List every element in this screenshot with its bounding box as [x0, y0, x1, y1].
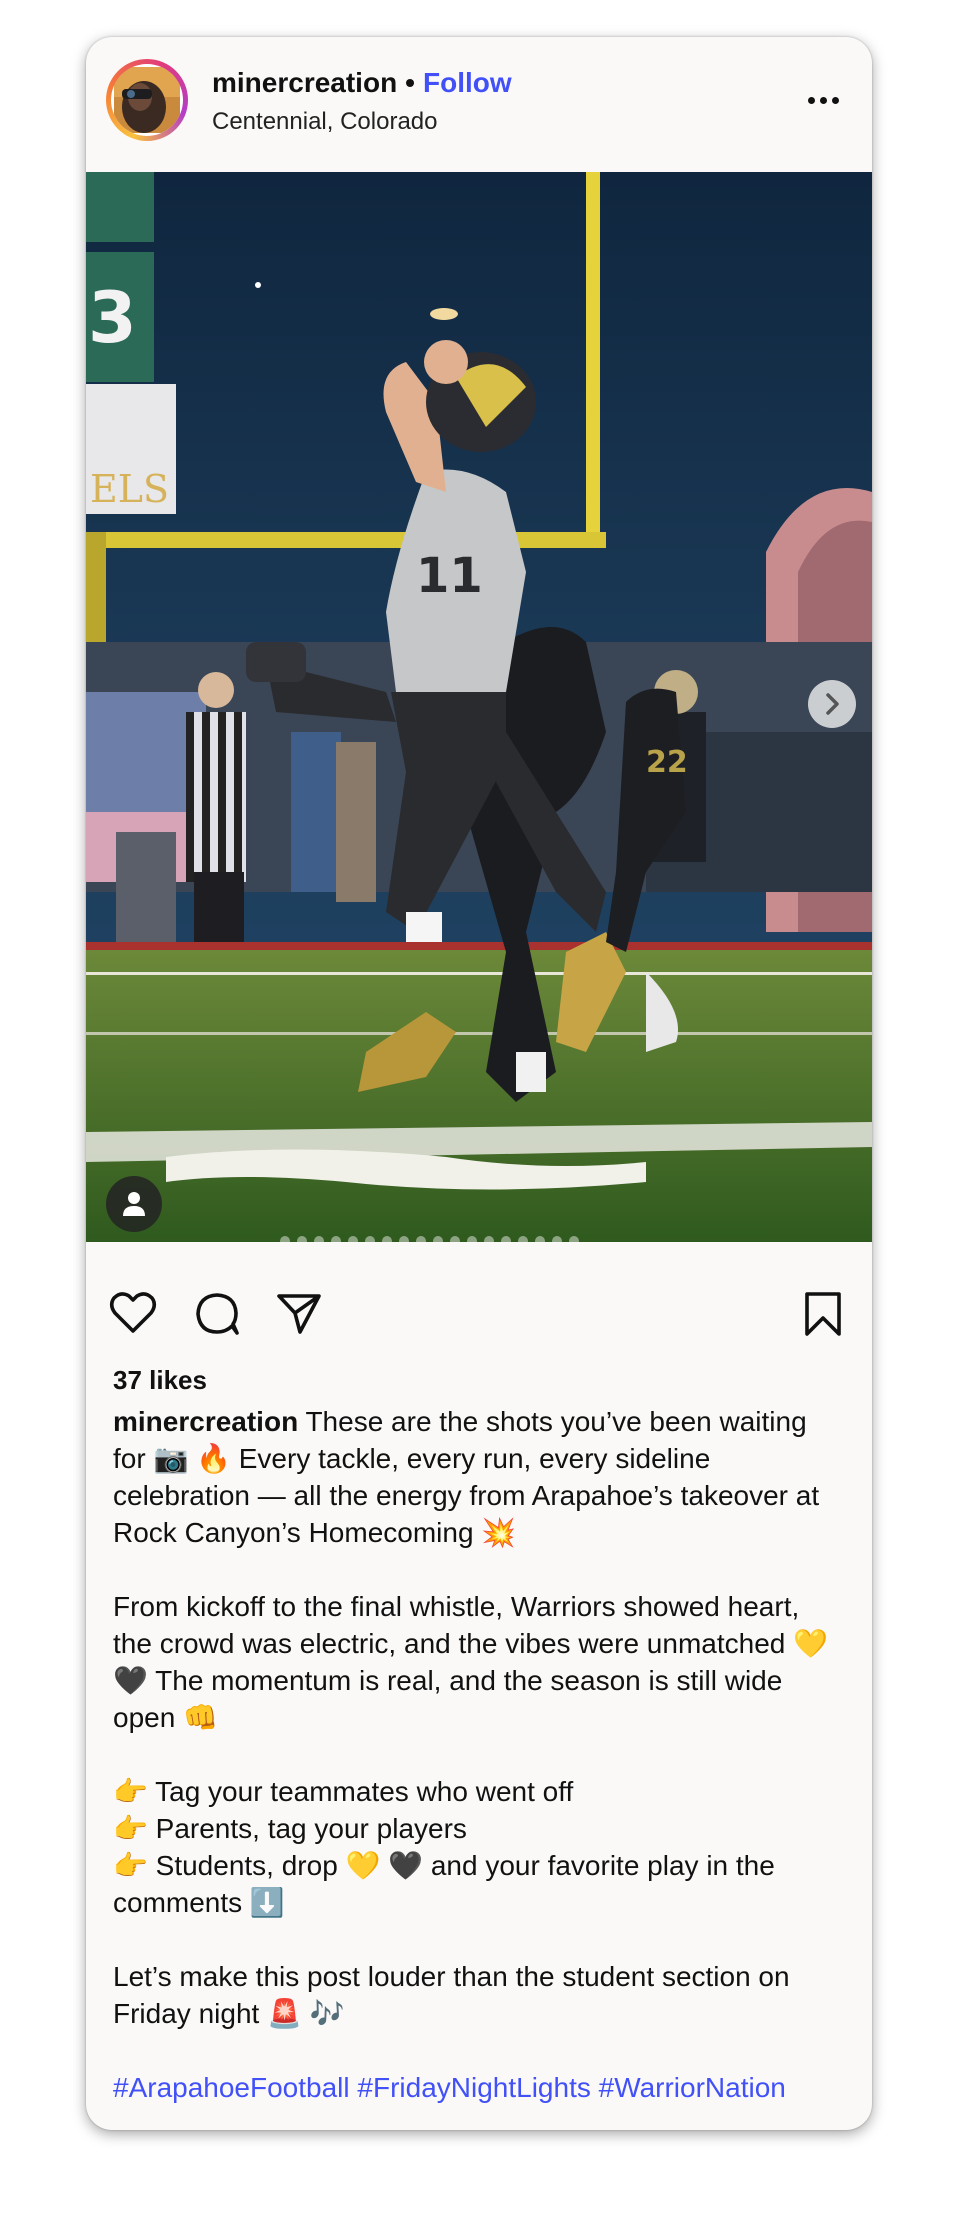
- user-tag-icon: [123, 1192, 145, 1216]
- post-image[interactable]: 3 ELS 11 22: [86, 172, 872, 1242]
- separator-dot: •: [405, 67, 415, 98]
- post-card: minercreation • Follow Centennial, Colorad…: [86, 37, 872, 2130]
- caption-spacer: [113, 2032, 853, 2069]
- caption-line: 👉 Tag your teammates who went off: [113, 1776, 574, 1807]
- caption-line: Let’s make this post louder than the stu…: [113, 1961, 790, 1992]
- comment-icon[interactable]: [192, 1288, 242, 1338]
- caption-line: 👉 Parents, tag your players: [113, 1813, 467, 1844]
- caption-spacer: [113, 1921, 853, 1958]
- like-count[interactable]: 37 likes: [113, 1365, 207, 1396]
- caption-line: comments ⬇️: [113, 1887, 285, 1918]
- caption-line: From kickoff to the final whistle, Warri…: [113, 1591, 800, 1622]
- username[interactable]: minercreation: [212, 67, 397, 98]
- caption-line: the crowd was electric, and the vibes we…: [113, 1628, 828, 1659]
- caption-line: celebration — all the energy from Arapah…: [113, 1480, 820, 1511]
- follow-button[interactable]: Follow: [423, 67, 512, 98]
- caption-line: for 📷 🔥 Every tackle, every run, every s…: [113, 1443, 711, 1474]
- send-icon[interactable]: [274, 1288, 324, 1338]
- post-author-line: minercreation • Follow: [212, 67, 512, 99]
- more-options-icon[interactable]: [804, 89, 844, 113]
- post-location[interactable]: Centennial, Colorado: [212, 108, 437, 136]
- caption-line: 🖤 The momentum is real, and the season i…: [113, 1665, 783, 1696]
- caption-spacer: [113, 1551, 853, 1588]
- caption-line: These are the shots you’ve been waiting: [305, 1406, 807, 1437]
- caption-line: 👉 Students, drop 💛 🖤 and your favorite p…: [113, 1850, 775, 1881]
- svg-text:22: 22: [646, 745, 688, 780]
- svg-text:11: 11: [416, 548, 483, 604]
- caption-line: open 👊: [113, 1702, 218, 1733]
- chevron-right-icon: [826, 693, 839, 715]
- svg-text:ELS: ELS: [90, 467, 169, 511]
- avatar[interactable]: [106, 59, 188, 141]
- post-actions: [86, 1242, 872, 1362]
- caption-line: Rock Canyon’s Homecoming 💥: [113, 1517, 517, 1548]
- caption-spacer: [113, 1736, 853, 1773]
- bookmark-icon[interactable]: [798, 1288, 848, 1338]
- post-caption: minercreation These are the shots you’ve…: [113, 1403, 853, 2106]
- post-header: minercreation • Follow Centennial, Colorad…: [86, 37, 872, 172]
- user-tags-button[interactable]: [106, 1176, 162, 1232]
- svg-text:3: 3: [88, 277, 137, 359]
- hashtags[interactable]: #ArapahoeFootball #FridayNightLights #Wa…: [113, 2069, 853, 2106]
- caption-username[interactable]: minercreation: [113, 1406, 298, 1437]
- caption-line: Friday night 🚨 🎶: [113, 1998, 345, 2029]
- next-image-button[interactable]: [808, 680, 856, 728]
- heart-icon[interactable]: [108, 1288, 158, 1338]
